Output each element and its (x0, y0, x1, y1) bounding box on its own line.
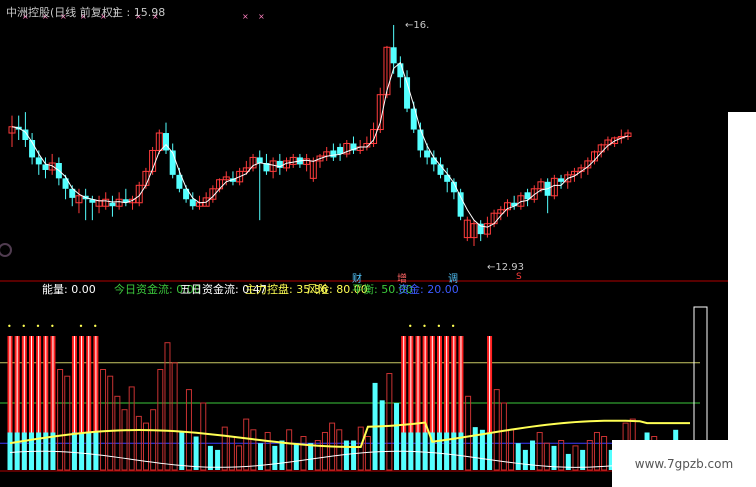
top-marker: × (242, 12, 249, 21)
indicator-bar-outline (164, 342, 171, 471)
indicator-bar-flow (193, 436, 199, 470)
five-day-flow-line (9, 450, 691, 468)
candle-body (430, 157, 437, 165)
indicator-bar-flow (86, 432, 92, 470)
indicator-bar-outline (500, 402, 507, 471)
candle-body (256, 157, 263, 164)
candle-body (390, 47, 397, 64)
candle-body (42, 164, 49, 170)
indicator-bar-outline (171, 362, 178, 471)
indicator-bar-flow (343, 440, 349, 470)
indicator-bar-outline (243, 418, 250, 471)
indicator-bar-outline (493, 389, 500, 471)
indicator-bar-flow (472, 427, 478, 470)
indicator-bar-flow (515, 443, 521, 470)
signal-star: • (79, 322, 84, 331)
high-price-annotation: ←16. (405, 20, 430, 31)
indicator-bar-flow (71, 432, 77, 470)
indicator-bar-outline (200, 402, 207, 471)
signal-star: • (7, 322, 12, 331)
indicator-bar-outline (601, 436, 608, 471)
indicator-bar-outline (128, 386, 135, 471)
indicator-bar-outline (336, 429, 343, 471)
signal-star: • (21, 322, 26, 331)
indicator-bar-flow (479, 429, 485, 470)
indicator-bar-outline (357, 426, 364, 471)
indicator-bar-flow (436, 432, 442, 470)
signal-star: • (36, 322, 41, 331)
top-marker: × (258, 12, 265, 21)
indicator-bar-flow (93, 432, 99, 470)
indicator-bar-flow (394, 403, 400, 470)
indicator-bar-flow (179, 432, 185, 470)
indicator-bar-outline (286, 429, 293, 471)
indicator-bar-outline (64, 375, 71, 471)
energy-label: 能量: 0.00 (42, 283, 96, 296)
indicator-bar-flow (14, 432, 20, 470)
indicator-bar-flow (444, 432, 450, 470)
indicator-bar-outline (465, 395, 472, 471)
candle-body (558, 178, 565, 182)
indicator-bar-flow (422, 432, 428, 470)
indicator-bar-outline (558, 440, 565, 471)
candle-body (424, 150, 431, 158)
indicator-bar-outline (57, 369, 64, 471)
indicator-bar-outline (386, 373, 393, 471)
stock-chart[interactable]: × × × × × × × × ×• • • • • • • • • • (0, 0, 756, 487)
indicator-bar-outline (536, 431, 543, 471)
candle-body (337, 146, 344, 154)
indicator-bar-outline (586, 440, 593, 471)
scroll-handle-icon (0, 243, 12, 257)
signal-star: • (451, 322, 456, 331)
indicator-bar-outline (185, 389, 192, 471)
candle-body (35, 157, 42, 165)
indicator-bar-flow (379, 400, 385, 470)
indicator-bar-flow (279, 440, 285, 470)
side-panel-blank (728, 112, 756, 440)
fund-label: 资金: 20.00 (398, 283, 459, 296)
tag-s[interactable]: S (516, 272, 522, 282)
chart-title: 中洲控股(日线 前复权) (6, 6, 118, 19)
indicator-bar-outline (321, 431, 328, 471)
signal-star: • (436, 322, 441, 331)
candle-body (330, 150, 337, 158)
candle-body (109, 202, 116, 207)
signal-star: • (408, 322, 413, 331)
indicator-bar-outline (121, 409, 128, 471)
indicator-bar-outline (228, 436, 235, 471)
signal-star: • (93, 322, 98, 331)
indicator-bar-flow (351, 440, 357, 470)
indicator-bar-outline (593, 431, 600, 471)
candle-body (417, 129, 424, 151)
price-average-line (11, 61, 629, 228)
indicator-bar-outline (221, 426, 228, 471)
indicator-bar-flow (487, 432, 493, 470)
indicator-bar-flow (272, 445, 278, 470)
candle-body (477, 223, 484, 235)
indicator-bar-outline (114, 395, 121, 471)
main-indicator-label: 主 : 15.98 (112, 6, 166, 19)
signal-star: • (422, 322, 427, 331)
watermark: www.7gpzb.com (612, 440, 756, 487)
signal-star: • (50, 322, 55, 331)
indicator-bar-flow (207, 445, 213, 470)
indicator-bar-outline (250, 429, 257, 471)
indicator-bar-flow (293, 443, 299, 470)
indicator-bar-outline (157, 369, 164, 471)
indicator-bar-outline (572, 445, 579, 471)
indicator-bar-flow (522, 449, 528, 470)
indicator-bar-outline (364, 436, 371, 471)
indicator-bar-outline (300, 436, 307, 471)
indicator-bar-flow (7, 432, 13, 470)
indicator-bar-flow (308, 443, 314, 470)
indicator-bar-flow (79, 432, 85, 470)
indicator-bar-outline (508, 429, 515, 471)
candle-body (189, 199, 196, 207)
indicator-bar-outline (150, 409, 157, 471)
